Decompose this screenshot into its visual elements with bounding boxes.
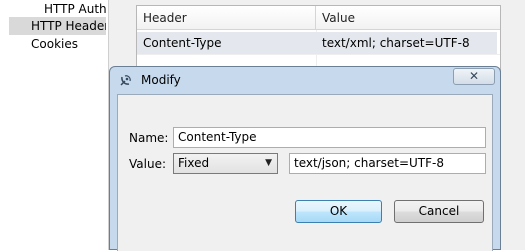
tree-item-http-headers[interactable]: HTTP Headers (9, 17, 106, 35)
value-field[interactable]: text/json; charset=UTF-8 (289, 153, 486, 174)
cancel-button[interactable]: Cancel (394, 200, 484, 223)
dialog-title: Modify (141, 73, 181, 87)
column-header-header[interactable]: Header (137, 6, 316, 30)
modify-dialog: Modify ✕ Name: Content-Type Value: Fixed… (109, 66, 501, 251)
chevron-down-icon: ▼ (265, 158, 272, 168)
row-divider (137, 54, 500, 55)
tree-item-cookies[interactable]: Cookies (31, 35, 106, 53)
close-icon: ✕ (468, 69, 480, 83)
ok-button[interactable]: OK (295, 200, 382, 223)
satellite-dish-icon (119, 73, 133, 87)
value-type-selected: Fixed (178, 156, 210, 170)
dialog-body: Name: Content-Type Value: Fixed ▼ text/j… (117, 94, 493, 251)
close-button[interactable]: ✕ (453, 68, 495, 85)
table-row[interactable]: Content-Type text/xml; charset=UTF-8 (137, 32, 497, 54)
cell-header-value: text/xml; charset=UTF-8 (322, 36, 470, 50)
value-label: Value: (129, 157, 166, 171)
column-header-value[interactable]: Value (316, 6, 500, 30)
navigation-tree: HTTP Auth HTTP Headers Cookies (0, 0, 108, 250)
dialog-titlebar[interactable]: Modify ✕ (110, 67, 500, 93)
name-field[interactable]: Content-Type (173, 127, 486, 148)
tree-item-http-auth[interactable]: HTTP Auth (44, 0, 106, 18)
cell-header-name: Content-Type (143, 36, 222, 50)
name-label: Name: (129, 131, 169, 145)
value-type-select[interactable]: Fixed ▼ (173, 153, 278, 174)
